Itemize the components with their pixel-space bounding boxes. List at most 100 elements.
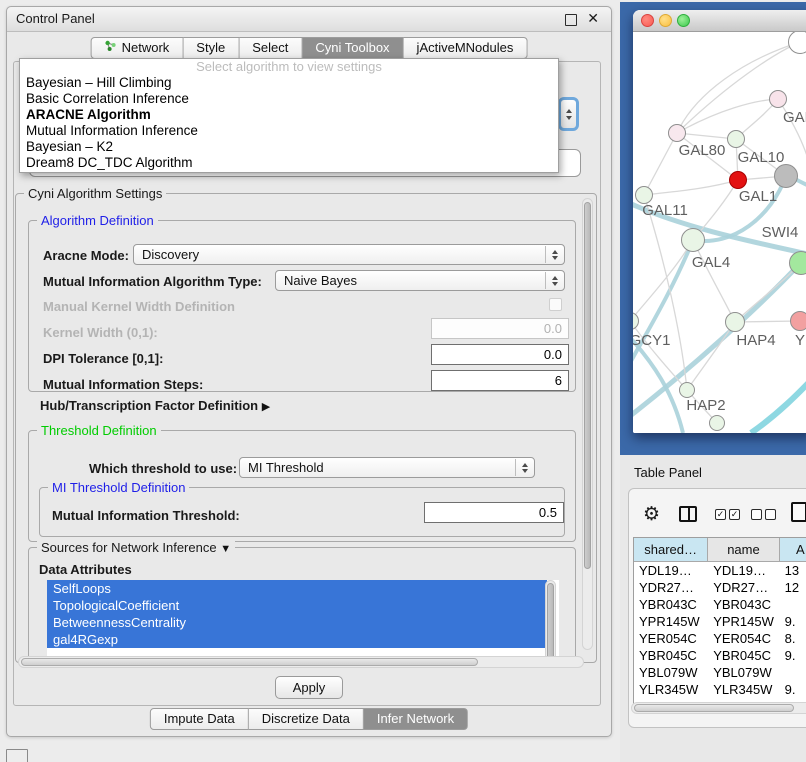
node-label-gcy1: GCY1 [633, 332, 670, 349]
algorithm-option-aracne-algorithm[interactable]: ARACNE Algorithm [20, 107, 558, 123]
zoom-traffic-light-icon[interactable] [677, 14, 690, 27]
attribute-list-scrollbar[interactable] [545, 580, 556, 664]
attribute-item-gal4rgexp[interactable]: gal4RGexp [47, 631, 547, 648]
new-table-icon[interactable] [791, 502, 806, 522]
tab-select[interactable]: Select [239, 37, 302, 59]
scrollbar-thumb[interactable] [584, 202, 591, 569]
gear-icon[interactable]: ⚙ [643, 503, 660, 526]
select-all-columns-icon[interactable]: ✓ ✓ [715, 509, 740, 520]
tab-impute-data[interactable]: Impute Data [150, 708, 249, 730]
algorithm-popup-list: Bayesian – Hill ClimbingBasic Correlatio… [20, 75, 558, 171]
algorithm-option-bayesian-k2[interactable]: Bayesian – K2 [20, 139, 558, 155]
table-cell: YER054C [708, 630, 779, 647]
algorithm-option-mutual-information-inference[interactable]: Mutual Information Inference [20, 123, 558, 139]
tab-style[interactable]: Style [183, 37, 239, 59]
column-view-icon[interactable] [679, 506, 697, 522]
focused-combo-spinner[interactable] [558, 97, 579, 131]
table-row[interactable]: YER054CYER054C8. [634, 630, 806, 647]
column-header-a[interactable]: A [780, 538, 806, 562]
sources-title: Sources for Network Inference [41, 540, 217, 555]
tab-label: jActiveMNodules [417, 38, 514, 58]
algorithm-option-dream8-dc-tdc-algorithm[interactable]: Dream8 DC_TDC Algorithm [20, 155, 558, 171]
tab-discretize-data[interactable]: Discretize Data [249, 708, 364, 730]
network-node-swi4[interactable] [789, 251, 806, 275]
scrollbar-thumb[interactable] [634, 704, 794, 712]
network-node-gal4[interactable] [681, 228, 705, 252]
scrollbar-thumb[interactable] [21, 658, 478, 666]
mi-steps-input[interactable] [431, 370, 569, 391]
tab-network[interactable]: Network [91, 37, 184, 59]
tab-cyni-toolbox[interactable]: Cyni Toolbox [302, 37, 403, 59]
application-window: Control Panel ✕ NetworkStyleSelectCyni T… [0, 0, 806, 762]
network-canvas[interactable]: GALGAL80GAL10GAL1GAL11SWI4GAL4GCY1HAP4YH… [633, 32, 806, 433]
checked-box-icon: ✓ [729, 509, 740, 520]
aracne-mode-select[interactable]: Discovery [133, 244, 565, 265]
table-cell: 8. [780, 630, 806, 647]
minimize-traffic-light-icon[interactable] [659, 14, 672, 27]
attribute-item-betweennesscentrality[interactable]: BetweennessCentrality [47, 614, 547, 631]
table-row[interactable]: YDL19…YDL19…13 [634, 562, 806, 579]
dpi-tolerance-input[interactable] [431, 344, 569, 365]
network-window[interactable]: GALGAL80GAL10GAL1GAL11SWI4GAL4GCY1HAP4YH… [633, 10, 806, 433]
scrollbar-thumb[interactable] [547, 583, 554, 664]
algorithm-option-basic-correlation-inference[interactable]: Basic Correlation Inference [20, 91, 558, 107]
settings-vertical-scrollbar[interactable] [582, 198, 593, 650]
settings-horizontal-scrollbar[interactable] [18, 656, 584, 668]
close-icon[interactable]: ✕ [587, 10, 599, 27]
mi-algorithm-type-select[interactable]: Naive Bayes [275, 270, 565, 291]
mi-threshold-input[interactable] [424, 502, 564, 523]
unchecked-box-icon [765, 509, 776, 520]
network-node-hap4[interactable] [725, 312, 745, 332]
table-row[interactable]: YBR045CYBR045C9. [634, 647, 806, 664]
network-node[interactable] [774, 164, 798, 188]
table-row[interactable]: YBL079WYBL079W [634, 664, 806, 681]
which-threshold-select[interactable]: MI Threshold [239, 457, 535, 478]
spinner-down-icon [566, 116, 572, 120]
attribute-item-selfloops[interactable]: SelfLoops [47, 580, 547, 597]
network-node-gal[interactable] [769, 90, 787, 108]
table-row[interactable]: YLR345WYLR345W9. [634, 681, 806, 698]
network-node-gal1[interactable] [729, 171, 747, 189]
network-node[interactable] [788, 32, 806, 54]
minimized-panel-icon[interactable] [6, 749, 28, 762]
float-window-icon[interactable] [565, 14, 577, 26]
table-cell [780, 596, 806, 613]
table-cell: YBR045C [708, 647, 779, 664]
close-traffic-light-icon[interactable] [641, 14, 654, 27]
checked-box-icon: ✓ [715, 509, 726, 520]
sources-toggle[interactable]: Sources for Network Inference ▼ [37, 540, 235, 555]
table-cell: 12 [780, 579, 806, 596]
node-label-gal: GAL [783, 109, 806, 126]
network-node-gcy1[interactable] [633, 312, 639, 330]
sources-clip-wrapper: Sources for Network Inference ▼ Data Att… [16, 539, 586, 664]
attribute-item-topologicalcoefficient[interactable]: TopologicalCoefficient [47, 597, 547, 614]
network-node-gal80[interactable] [668, 124, 686, 142]
hub-section-toggle[interactable]: Hub/Transcription Factor Definition ▶ [40, 398, 270, 413]
table-row[interactable]: YDR27…YDR27…12 [634, 579, 806, 596]
table-row[interactable]: YBR043CYBR043C [634, 596, 806, 613]
column-header-name[interactable]: name [708, 538, 779, 562]
network-view-region: GALGAL80GAL10GAL1GAL11SWI4GAL4GCY1HAP4YH… [620, 2, 806, 455]
algorithm-option-bayesian-hill-climbing[interactable]: Bayesian – Hill Climbing [20, 75, 558, 91]
column-header-shared[interactable]: shared… [634, 538, 708, 562]
tab-infer-network[interactable]: Infer Network [364, 708, 468, 730]
table-cell: YPR145W [634, 613, 708, 630]
aracne-mode-label: Aracne Mode: [43, 248, 129, 263]
tab-jactivemnodules[interactable]: jActiveMNodules [404, 37, 528, 59]
data-attributes-label: Data Attributes [39, 562, 132, 577]
control-panel-titlebar[interactable]: Control Panel ✕ [7, 7, 611, 32]
table-cell: YDL19… [634, 562, 708, 579]
node-label-gal1: GAL1 [739, 188, 777, 205]
deselect-columns-icon[interactable] [751, 509, 776, 520]
algorithm-popup-prompt: Select algorithm to view settings [20, 59, 558, 75]
sources-group: Sources for Network Inference ▼ Data Att… [28, 547, 576, 664]
network-node-gal10[interactable] [727, 130, 745, 148]
network-node[interactable] [709, 415, 725, 431]
table-row[interactable]: YPR145WYPR145W9. [634, 613, 806, 630]
table-horizontal-scrollbar[interactable] [631, 702, 806, 714]
apply-button[interactable]: Apply [275, 676, 343, 699]
network-node-hap2[interactable] [679, 382, 695, 398]
network-node-y[interactable] [790, 311, 806, 331]
network-window-titlebar[interactable] [633, 10, 806, 32]
threshold-definition-title: Threshold Definition [37, 423, 161, 438]
